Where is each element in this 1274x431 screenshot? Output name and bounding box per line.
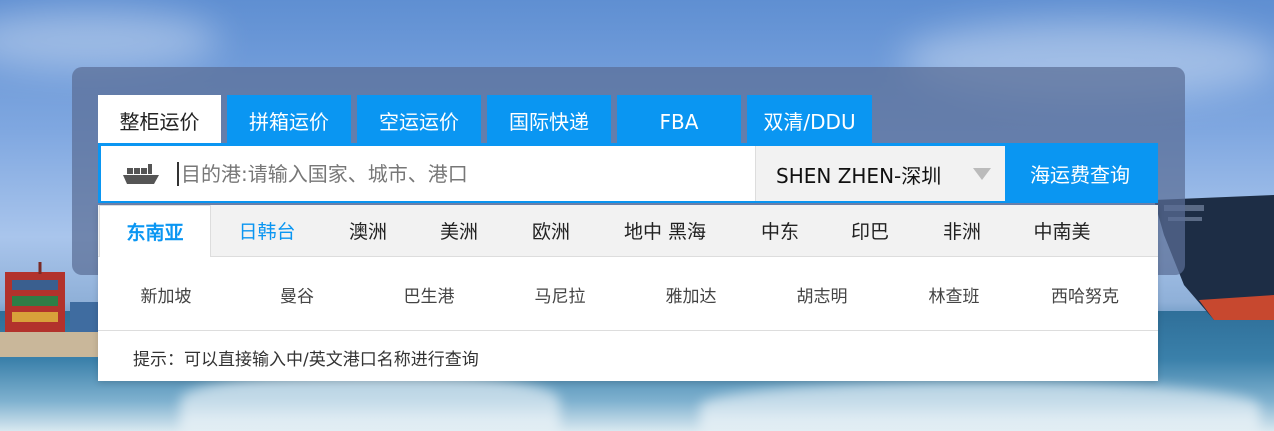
region-tab-central-south-america[interactable]: 中南美 [1012, 205, 1112, 257]
search-hint: 提示：可以直接输入中/英文港口名称进行查询 [133, 350, 479, 370]
region-tab-japan-korea-taiwan[interactable]: 日韩台 [216, 205, 318, 257]
destination-search-input[interactable] [179, 154, 743, 194]
port-link[interactable]: 林查班 [894, 282, 1014, 307]
origin-port-select[interactable]: SHEN ZHEN-深圳 [755, 146, 1005, 201]
port-link[interactable]: 马尼拉 [500, 282, 620, 307]
port-link[interactable]: 曼谷 [237, 282, 357, 307]
region-tabs: 东南亚 日韩台 澳洲 美洲 欧洲 地中 黑海 中东 印巴 非洲 中南美 [98, 205, 1158, 257]
ocean-freight-query-button[interactable]: 海运费查询 [1005, 143, 1155, 203]
tab-ddu[interactable]: 双清/DDU [747, 95, 872, 143]
tab-fba[interactable]: FBA [617, 95, 741, 143]
region-tab-mediterranean-black-sea[interactable]: 地中 黑海 [610, 205, 720, 257]
region-tab-australia[interactable]: 澳洲 [318, 205, 418, 257]
origin-port-value: SHEN ZHEN-深圳 [776, 164, 942, 188]
port-link[interactable]: 西哈努克 [1025, 282, 1145, 307]
tab-fcl-rates[interactable]: 整柜运价 [98, 95, 221, 143]
port-link[interactable]: 胡志明 [762, 282, 882, 307]
tab-air-rates[interactable]: 空运运价 [357, 95, 481, 143]
port-cranes-image [0, 262, 110, 357]
region-tab-europe[interactable]: 欧洲 [501, 205, 601, 257]
region-tab-india-pakistan[interactable]: 印巴 [820, 205, 920, 257]
port-link[interactable]: 巴生港 [369, 282, 489, 307]
region-tab-americas[interactable]: 美洲 [409, 205, 509, 257]
tab-express[interactable]: 国际快递 [487, 95, 611, 143]
tab-lcl-rates[interactable]: 拼箱运价 [227, 95, 351, 143]
service-tabs: 整柜运价 拼箱运价 空运运价 国际快递 FBA 双清/DDU [98, 95, 872, 143]
destination-box [101, 146, 755, 201]
region-tab-middle-east[interactable]: 中东 [730, 205, 830, 257]
port-link[interactable]: 新加坡 [106, 282, 226, 307]
port-link[interactable]: 雅加达 [631, 282, 751, 307]
destination-dropdown: 东南亚 日韩台 澳洲 美洲 欧洲 地中 黑海 中东 印巴 非洲 中南美 新加坡 … [98, 205, 1158, 381]
region-tab-africa[interactable]: 非洲 [912, 205, 1012, 257]
cargo-ship-icon [123, 164, 159, 184]
region-tab-southeast-asia[interactable]: 东南亚 [99, 205, 211, 257]
port-list: 新加坡 曼谷 巴生港 马尼拉 雅加达 胡志明 林查班 西哈努克 [98, 257, 1158, 331]
search-bar: SHEN ZHEN-深圳 海运费查询 [98, 143, 1158, 203]
dropdown-arrow-icon [973, 168, 991, 180]
